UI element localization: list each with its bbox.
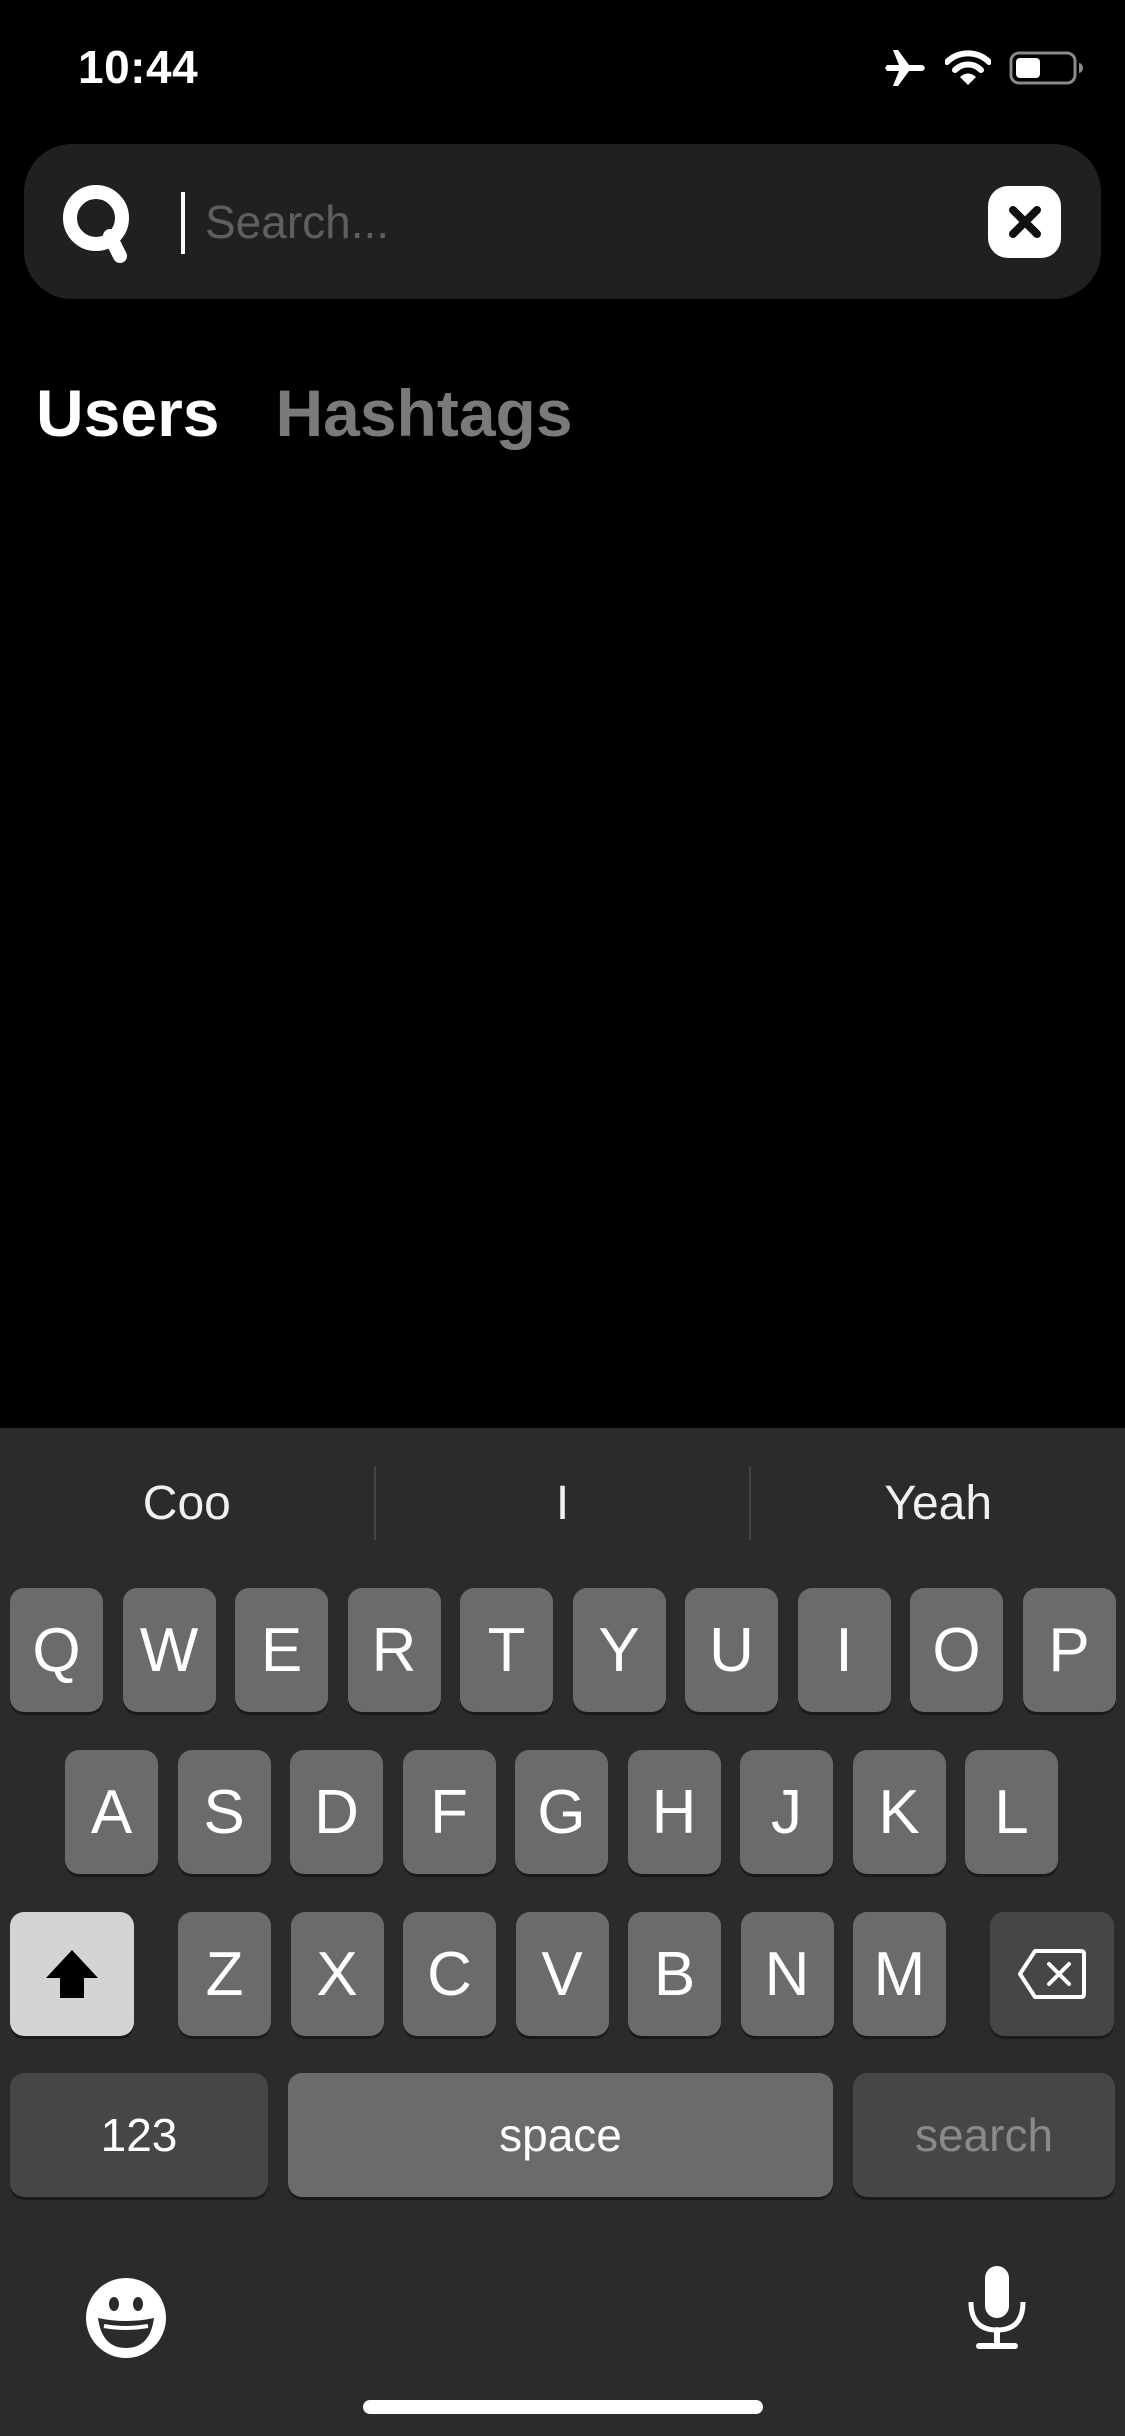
shift-arrow-icon: [46, 1950, 98, 1998]
key-r[interactable]: R: [347, 1588, 441, 1712]
wifi-icon: [945, 50, 991, 85]
key-z[interactable]: Z: [178, 1912, 271, 2036]
key-b[interactable]: B: [628, 1912, 721, 2036]
key-u[interactable]: U: [685, 1588, 778, 1712]
tab-hashtags[interactable]: Hashtags: [275, 375, 572, 451]
search-bar[interactable]: [24, 144, 1101, 299]
key-t[interactable]: T: [460, 1588, 553, 1712]
suggestion-item[interactable]: Yeah: [751, 1476, 1125, 1531]
key-m[interactable]: M: [853, 1912, 946, 2036]
keyboard: Coo I Yeah QWERTYUIOP ASDFGHJKL ZXCVBNM …: [0, 1428, 1125, 2436]
backspace-key[interactable]: [990, 1912, 1114, 2036]
backspace-icon: [1018, 1949, 1086, 1999]
key-k[interactable]: K: [852, 1750, 946, 1874]
key-h[interactable]: H: [627, 1750, 721, 1874]
microphone-icon[interactable]: [965, 2266, 1029, 2350]
key-q[interactable]: Q: [10, 1588, 103, 1712]
key-p[interactable]: P: [1022, 1588, 1116, 1712]
key-s[interactable]: S: [177, 1750, 271, 1874]
key-i[interactable]: I: [797, 1588, 891, 1712]
airplane-icon: [885, 50, 925, 86]
space-key[interactable]: space: [288, 2073, 833, 2197]
key-l[interactable]: L: [965, 1750, 1058, 1874]
key-c[interactable]: C: [403, 1912, 496, 2036]
key-e[interactable]: E: [235, 1588, 328, 1712]
tab-users[interactable]: Users: [36, 375, 219, 451]
key-n[interactable]: N: [740, 1912, 834, 2036]
search-key[interactable]: search: [853, 2073, 1115, 2197]
key-g[interactable]: G: [515, 1750, 608, 1874]
status-bar: 10:44: [0, 0, 1125, 130]
key-d[interactable]: D: [290, 1750, 383, 1874]
key-w[interactable]: W: [122, 1588, 216, 1712]
key-f[interactable]: F: [402, 1750, 496, 1874]
close-icon: [1008, 206, 1041, 238]
key-o[interactable]: O: [910, 1588, 1003, 1712]
status-time: 10:44: [78, 41, 199, 93]
key-j[interactable]: J: [740, 1750, 833, 1874]
key-x[interactable]: X: [290, 1912, 384, 2036]
status-icons: [883, 48, 1085, 88]
key-v[interactable]: V: [515, 1912, 609, 2036]
key-a[interactable]: A: [65, 1750, 158, 1874]
clear-search-button[interactable]: [988, 186, 1061, 258]
key-y[interactable]: Y: [572, 1588, 666, 1712]
home-indicator[interactable]: [363, 2400, 763, 2414]
suggestion-bar: Coo I Yeah: [0, 1428, 1125, 1578]
numbers-key[interactable]: 123: [10, 2073, 268, 2197]
suggestion-item[interactable]: I: [376, 1476, 750, 1531]
search-icon: [63, 185, 129, 263]
battery-icon: [1009, 51, 1083, 85]
shift-key[interactable]: [10, 1912, 134, 2036]
emoji-icon[interactable]: [84, 2276, 168, 2360]
search-tabs: Users Hashtags: [36, 375, 573, 451]
suggestion-item[interactable]: Coo: [0, 1476, 374, 1531]
search-input[interactable]: [181, 182, 1005, 262]
